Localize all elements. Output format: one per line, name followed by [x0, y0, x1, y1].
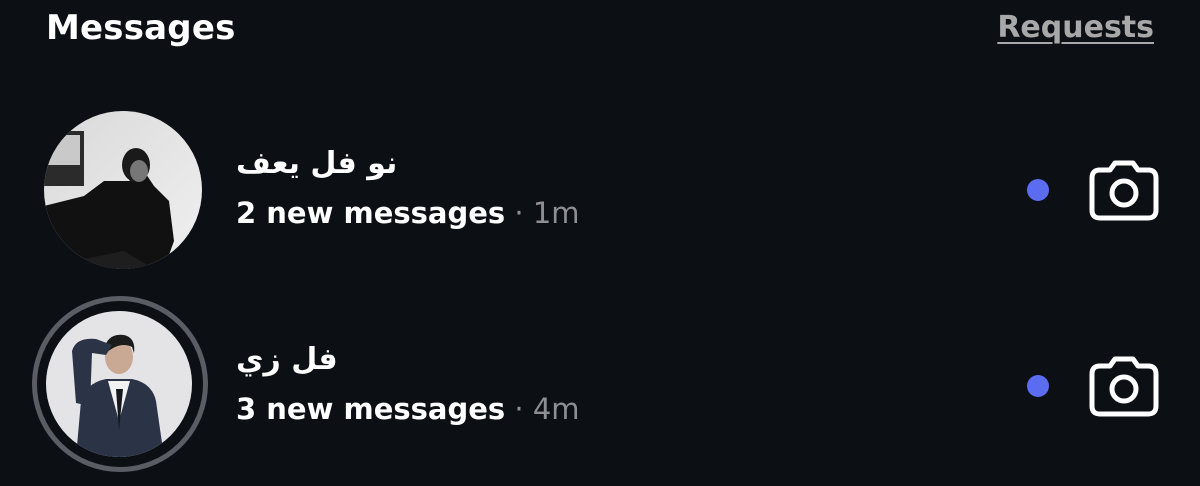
messages-page: Messages Requests نو فل يعف 2 new messag… [0, 0, 1200, 486]
avatar[interactable] [46, 311, 192, 457]
camera-button[interactable] [1088, 158, 1160, 222]
avatar[interactable] [44, 111, 202, 269]
preview-text: 3 new messages [236, 392, 506, 426]
thread-name: نو فل يعف [236, 146, 398, 181]
camera-button[interactable] [1088, 354, 1160, 418]
separator: · [505, 196, 533, 230]
thread-preview: 3 new messages · 4m [236, 392, 580, 426]
unread-indicator [1027, 375, 1049, 397]
page-title: Messages [46, 8, 236, 48]
preview-text: 2 new messages [236, 196, 506, 230]
avatar-photo [46, 311, 192, 457]
timestamp: 4m [532, 392, 580, 426]
camera-icon [1089, 356, 1159, 417]
thread-row[interactable]: فل زي 3 new messages · 4m [0, 296, 1200, 476]
separator: · [505, 392, 533, 426]
thread-row[interactable]: نو فل يعف 2 new messages · 1m [0, 100, 1200, 280]
thread-preview: 2 new messages · 1m [236, 196, 580, 230]
requests-link[interactable]: Requests [997, 10, 1154, 45]
camera-icon [1089, 160, 1159, 221]
unread-indicator [1027, 179, 1049, 201]
timestamp: 1m [532, 196, 580, 230]
avatar-photo [44, 111, 202, 269]
thread-name: فل زي [236, 342, 338, 377]
